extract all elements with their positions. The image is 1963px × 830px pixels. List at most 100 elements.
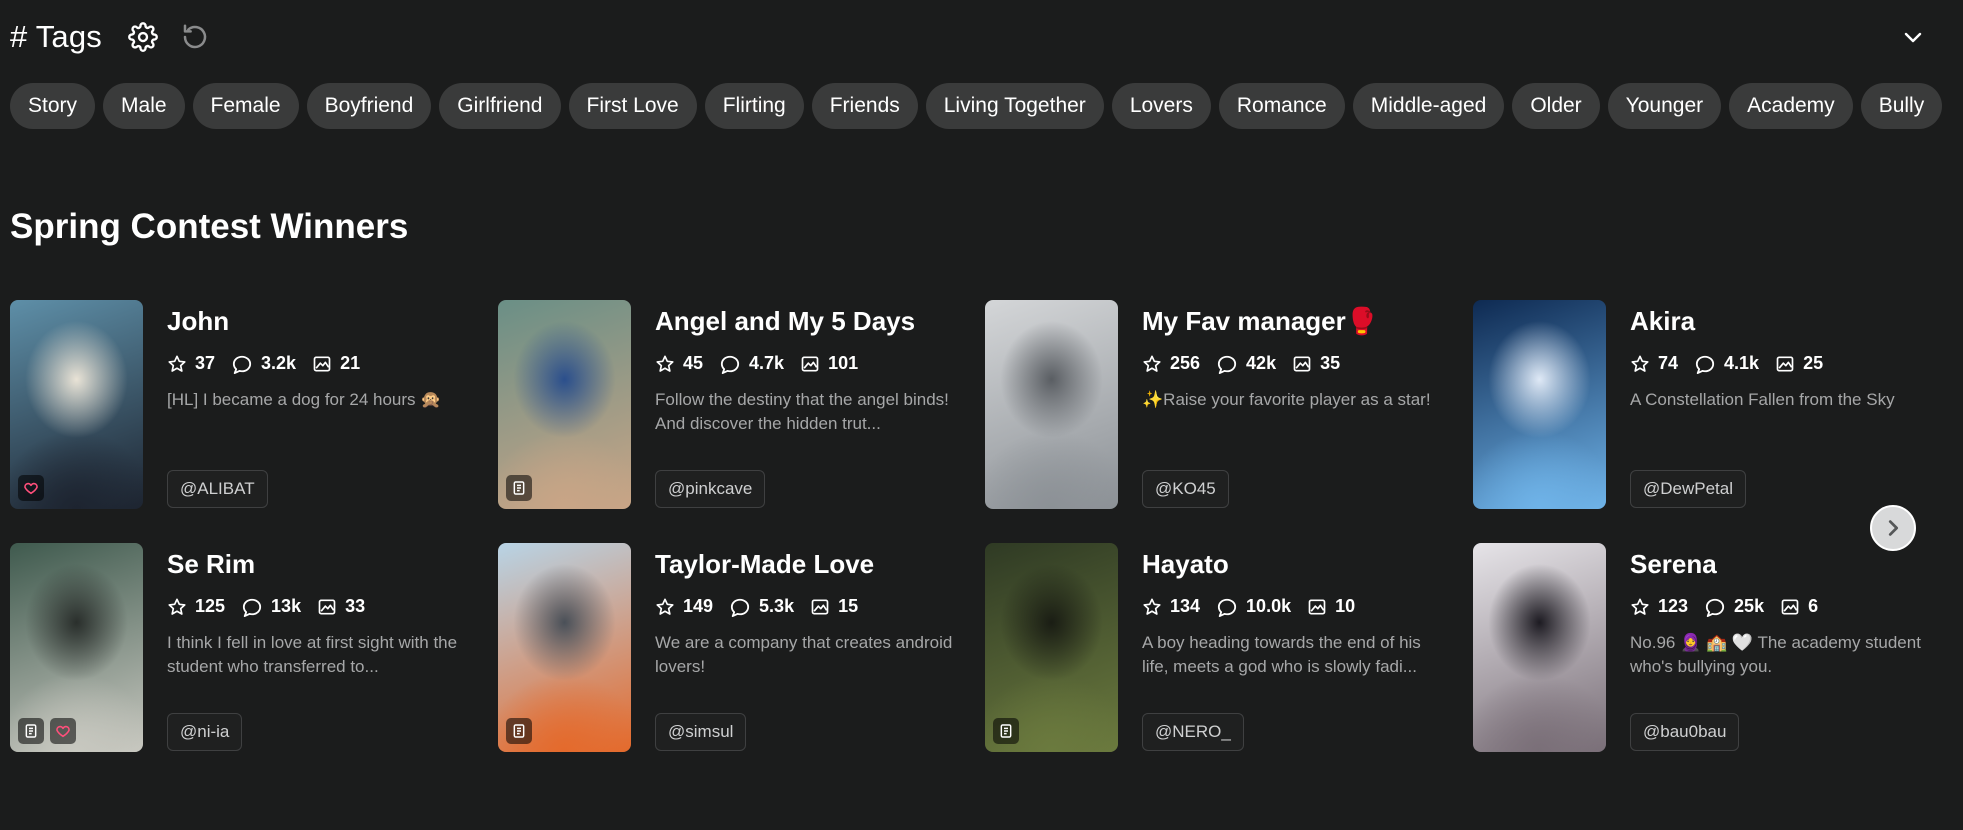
stat-chats: 25k [1704, 596, 1764, 617]
card-title[interactable]: My Fav manager🥊 [1142, 306, 1465, 337]
image-icon [811, 599, 829, 614]
chevron-right-icon [1888, 520, 1899, 536]
thumbnail-art [1473, 543, 1606, 752]
character-thumbnail[interactable] [498, 300, 631, 509]
tag-chip[interactable]: Friends [811, 83, 918, 129]
image-icon [318, 599, 336, 614]
character-thumbnail[interactable] [10, 300, 143, 509]
next-button[interactable] [1870, 505, 1916, 551]
tag-chip[interactable]: Younger [1607, 83, 1722, 129]
card-title[interactable]: John [167, 306, 490, 337]
chat-bubble-icon [1217, 598, 1237, 617]
stat-images: 21 [312, 353, 360, 374]
character-card[interactable]: Akira 74 4.1k 25 A Constellation Fallen from… [1473, 300, 1953, 509]
character-card[interactable]: Taylor-Made Love 149 5.3k 15 We are a compan… [498, 543, 978, 752]
stat-chats: 5.3k [729, 596, 794, 617]
stat-stars: 123 [1630, 596, 1688, 617]
card-description: A boy heading towards the end of his lif… [1142, 633, 1421, 676]
favorite-badge[interactable] [50, 718, 76, 744]
character-thumbnail[interactable] [498, 543, 631, 752]
card-title[interactable]: Se Rim [167, 549, 490, 580]
images-count: 10 [1335, 596, 1356, 616]
favorite-badge[interactable] [18, 475, 44, 501]
document-icon [513, 724, 525, 738]
tag-chip[interactable]: Living Together [925, 83, 1104, 129]
tag-chip[interactable]: Lovers [1111, 83, 1211, 129]
card-description: I think I fell in love at first sight wi… [167, 633, 458, 676]
card-stats: 123 25k 6 [1630, 596, 1953, 617]
star-icon [1631, 354, 1649, 372]
chat-bubble-icon [720, 355, 740, 374]
tags-header: # Tags [10, 14, 230, 60]
card-stats: 125 13k 33 [167, 596, 490, 617]
author-tag[interactable]: @pinkcave [655, 470, 766, 508]
author-tag[interactable]: @ni-ia [167, 713, 243, 751]
image-icon [313, 356, 331, 371]
tag-chip[interactable]: Middle-aged [1352, 83, 1505, 129]
section-title: Spring Contest Winners [10, 207, 409, 246]
character-thumbnail[interactable] [1473, 300, 1606, 509]
tag-chip[interactable]: Bully [1860, 83, 1943, 129]
document-icon [513, 481, 525, 495]
tag-chip[interactable]: Academy [1729, 83, 1853, 129]
tag-chip[interactable]: Flirting [704, 83, 804, 129]
thumbnail-badges [18, 475, 44, 501]
character-card[interactable]: John 37 3.2k 21 [HL] I became a dog for 24 h… [10, 300, 490, 509]
thumbnail-badges [993, 718, 1019, 744]
collapse-chevron-icon[interactable] [1896, 20, 1930, 54]
stat-stars: 134 [1142, 596, 1200, 617]
thumbnail-badges [506, 718, 532, 744]
stat-images: 15 [810, 596, 858, 617]
author-tag[interactable]: @NERO_ [1142, 713, 1244, 751]
reset-icon[interactable] [178, 20, 212, 54]
stat-chats: 4.1k [1694, 353, 1759, 374]
tag-chip[interactable]: Romance [1218, 83, 1345, 129]
card-title[interactable]: Hayato [1142, 549, 1465, 580]
card-title[interactable]: Taylor-Made Love [655, 549, 978, 580]
character-card[interactable]: Angel and My 5 Days 45 4.7k 101 Follow the d… [498, 300, 978, 509]
settings-gear-icon[interactable] [126, 20, 160, 54]
stat-chats: 4.7k [719, 353, 784, 374]
images-count: 6 [1808, 596, 1819, 616]
character-card[interactable]: Hayato 134 10.0k 10 A boy heading towards th… [985, 543, 1465, 752]
card-info: Taylor-Made Love 149 5.3k 15 We are a compan… [655, 543, 978, 679]
card-stats: 45 4.7k 101 [655, 353, 978, 374]
stars-count: 74 [1658, 353, 1679, 373]
card-stats: 256 42k 35 [1142, 353, 1465, 374]
character-thumbnail[interactable] [985, 543, 1118, 752]
character-thumbnail[interactable] [1473, 543, 1606, 752]
card-info: John 37 3.2k 21 [HL] I became a dog for 24 h… [167, 300, 490, 436]
star-icon [168, 354, 186, 372]
character-card[interactable]: My Fav manager🥊 256 42k 35 ✨Raise your favor… [985, 300, 1465, 509]
author-tag[interactable]: @KO45 [1142, 470, 1229, 508]
card-title[interactable]: Akira [1630, 306, 1953, 337]
images-count: 21 [340, 353, 361, 373]
images-count: 25 [1803, 353, 1824, 373]
tag-chip[interactable]: Girlfriend [439, 83, 561, 129]
tag-chip[interactable]: Male [103, 83, 185, 129]
tag-chip[interactable]: Story [10, 83, 96, 129]
stat-stars: 125 [167, 596, 225, 617]
tag-chip[interactable]: Boyfriend [306, 83, 432, 129]
character-thumbnail[interactable] [985, 300, 1118, 509]
document-badge [993, 718, 1019, 744]
author-tag[interactable]: @ALIBAT [167, 470, 268, 508]
tag-chip[interactable]: Female [192, 83, 299, 129]
card-title[interactable]: Angel and My 5 Days [655, 306, 978, 337]
chat-bubble-icon [232, 355, 252, 374]
tag-chip[interactable]: First Love [568, 83, 697, 129]
card-description: No.96 🧕 🏫 🤍 The academy student who's bu… [1630, 633, 1921, 676]
author-tag[interactable]: @DewPetal [1630, 470, 1747, 508]
document-badge [506, 475, 532, 501]
character-card[interactable]: Serena 123 25k 6 No.96 🧕 🏫 🤍 The academy stu… [1473, 543, 1953, 752]
card-description: We are a company that creates android lo… [655, 633, 953, 676]
card-title[interactable]: Serena [1630, 549, 1953, 580]
tag-chip[interactable]: Older [1512, 83, 1600, 129]
character-thumbnail[interactable] [10, 543, 143, 752]
character-card[interactable]: Se Rim 125 13k 33 I think I fell in love at … [10, 543, 490, 752]
chats-count: 10.0k [1246, 596, 1292, 616]
author-tag[interactable]: @simsul [655, 713, 747, 751]
star-icon [656, 597, 674, 615]
star-icon [1631, 597, 1649, 615]
author-tag[interactable]: @bau0bau [1630, 713, 1740, 751]
